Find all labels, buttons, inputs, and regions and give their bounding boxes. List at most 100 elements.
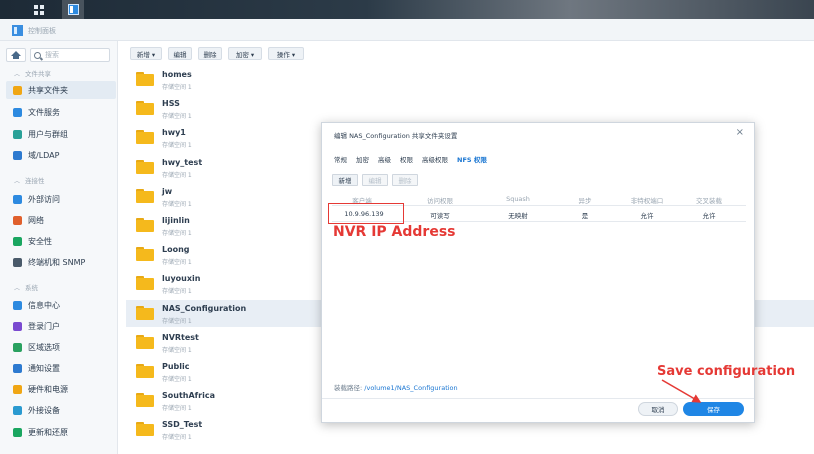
cell-privilege[interactable]: 可读写	[404, 210, 476, 220]
folder-volume: 存储空间 1	[162, 171, 192, 179]
control-panel-icon	[67, 4, 79, 15]
tab-advanced-permissions[interactable]: 高级权限	[422, 154, 448, 164]
update-icon	[13, 427, 22, 437]
column-header-privilege[interactable]: 访问权限	[404, 195, 476, 205]
folder-volume: 存储空间 1	[162, 376, 192, 383]
mount-path-label: 装载路径:	[334, 384, 363, 392]
tab-general[interactable]: 常规	[334, 154, 347, 164]
tab-encryption[interactable]: 加密	[356, 154, 369, 164]
list-item[interactable]: HSS 存储空间 1	[126, 95, 814, 122]
shared-folder-icon	[13, 85, 22, 95]
sidebar-item-hardware-power[interactable]: 硬件和电源	[6, 380, 116, 398]
sidebar-item-domain-ldap[interactable]: 域/LDAP	[6, 146, 116, 164]
save-configuration-annotation: Save configuration	[657, 364, 796, 379]
sidebar-item-security[interactable]: 安全性	[6, 232, 116, 250]
folder-icon	[136, 364, 154, 378]
sidebar-item-update-restore[interactable]: 更新和还原	[6, 423, 116, 441]
home-icon	[11, 50, 21, 59]
ip-highlight-box	[328, 203, 404, 224]
folder-icon	[136, 393, 154, 408]
tab-nfs-permissions[interactable]: NFS 权限	[457, 154, 487, 164]
control-panel-icon	[12, 25, 23, 36]
search-input[interactable]: 搜索	[30, 48, 110, 62]
cell-squash[interactable]: 无映射	[482, 210, 554, 220]
external-access-icon	[13, 194, 22, 204]
folder-volume: 存储空间 1	[162, 200, 192, 208]
column-header-async[interactable]: 异步	[558, 195, 612, 205]
annotation-arrow-icon	[661, 379, 702, 403]
nfs-delete-button[interactable]: 删除	[392, 174, 418, 186]
folder-icon	[136, 159, 154, 174]
mount-path: 装载路径: /volume1/NAS_Configuration	[334, 382, 458, 392]
cell-async[interactable]: 是	[558, 210, 612, 220]
folder-name: HSS	[162, 99, 180, 109]
sidebar-item-external-devices[interactable]: 外接设备	[6, 401, 116, 419]
control-panel-taskbar-button[interactable]	[62, 0, 84, 19]
tab-permissions[interactable]: 权限	[400, 154, 413, 164]
folder-volume: 存储空间 1	[162, 434, 192, 442]
folder-name: jw	[162, 186, 173, 196]
section-system[interactable]: ︿ 系统	[14, 282, 38, 292]
chevron-up-icon: ︿	[14, 70, 21, 78]
file-services-icon	[13, 107, 22, 117]
action-button[interactable]: 操作 ▾	[268, 47, 304, 60]
sidebar-item-external-access[interactable]: 外部访问	[6, 190, 116, 208]
create-button[interactable]: 新增 ▾	[130, 47, 162, 60]
main-menu-button[interactable]	[28, 0, 50, 19]
edit-button[interactable]: 编辑	[168, 47, 192, 60]
folder-volume: 存储空间 1	[162, 259, 192, 267]
folder-name: lijinlin	[162, 216, 190, 225]
sidebar-item-network[interactable]: 网络	[6, 211, 116, 229]
sidebar-item-file-services[interactable]: 文件服务	[6, 103, 116, 121]
sidebar-item-login-portal[interactable]: 登录门户	[6, 317, 116, 335]
sidebar-item-terminal-snmp[interactable]: 终端机和 SNMP	[6, 253, 116, 271]
section-file-sharing[interactable]: ︿ 文件共享	[14, 68, 51, 78]
info-icon	[13, 300, 22, 310]
shield-icon	[13, 236, 22, 246]
cell-cross-mount[interactable]: 允许	[680, 210, 738, 220]
folder-icon	[136, 247, 154, 262]
folder-icon	[136, 101, 154, 116]
home-button[interactable]	[6, 48, 26, 62]
folder-volume: 存储空间 1	[162, 346, 192, 354]
encrypt-button[interactable]: 加密 ▾	[228, 47, 262, 60]
regional-icon	[13, 342, 22, 352]
folder-volume: 存储空间 1	[162, 84, 192, 91]
sidebar-item-notification[interactable]: 通知设置	[6, 359, 116, 377]
chevron-up-icon: ︿	[14, 177, 21, 185]
search-placeholder: 搜索	[45, 51, 59, 59]
nfs-create-button[interactable]: 新增	[332, 174, 358, 186]
column-header-squash[interactable]: Squash	[482, 195, 554, 203]
window-title: 控制面板	[28, 27, 56, 35]
section-connectivity[interactable]: ︿ 连接性	[14, 175, 45, 185]
dialog-tabs: 常规 加密 高级 权限 高级权限 NFS 权限	[334, 154, 496, 164]
folder-icon	[136, 422, 154, 437]
tab-advanced[interactable]: 高级	[378, 154, 391, 164]
column-header-cross-mount[interactable]: 交叉装载	[680, 195, 738, 205]
sidebar-item-info-center[interactable]: 信息中心	[6, 296, 116, 314]
folder-name: hwy1	[162, 128, 186, 138]
folder-name: SouthAfrica	[162, 391, 215, 401]
sidebar-item-users-groups[interactable]: 用户与群组	[6, 125, 116, 143]
column-header-nonprivileged-port[interactable]: 非特权端口	[614, 195, 680, 205]
sidebar-item-shared-folder[interactable]: 共享文件夹	[6, 81, 116, 99]
sidebar: 搜索 ︿ 文件共享 共享文件夹 文件服务 用户与群组 域/LDAP ︿ 连接性 外部…	[0, 41, 118, 454]
folder-name: NAS_Configuration	[162, 303, 247, 313]
folder-name: NVRtest	[162, 332, 199, 342]
users-icon	[13, 129, 22, 139]
folder-icon	[136, 276, 154, 291]
chevron-up-icon: ︿	[14, 284, 21, 292]
nfs-edit-button[interactable]: 编辑	[362, 174, 388, 186]
folder-icon	[136, 188, 154, 203]
nvr-ip-annotation: NVR IP Address	[333, 224, 456, 240]
close-icon[interactable]: ×	[736, 127, 744, 138]
sidebar-item-regional-options[interactable]: 区域选项	[6, 338, 116, 356]
folder-icon	[136, 334, 154, 349]
folder-icon	[136, 218, 154, 232]
mount-path-value: /volume1/NAS_Configuration	[364, 384, 458, 392]
grid-icon	[34, 4, 44, 15]
delete-button[interactable]: 删除	[198, 47, 222, 60]
cell-nonprivileged-port[interactable]: 允许	[614, 210, 680, 220]
list-item[interactable]: homes 存储空间 1	[126, 66, 814, 93]
folder-name: homes	[162, 70, 192, 79]
